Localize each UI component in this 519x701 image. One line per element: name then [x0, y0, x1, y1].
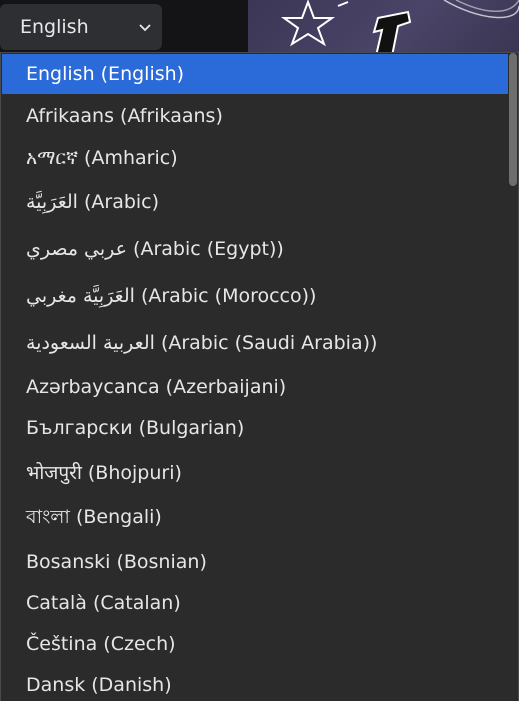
- chevron-down-icon: [139, 24, 151, 32]
- language-option[interactable]: भोजपुरी (Bhojpuri): [2, 450, 509, 494]
- language-dropdown-list[interactable]: English (English) Afrikaans (Afrikaans) …: [0, 52, 519, 701]
- language-option[interactable]: አማርኛ (Amharic): [2, 137, 509, 179]
- language-option[interactable]: العَرَبِيَّة (Arabic): [2, 180, 509, 224]
- star-doodle-icon: [280, 0, 519, 56]
- dropdown-scrollbar[interactable]: [508, 53, 518, 701]
- language-option[interactable]: Afrikaans (Afrikaans): [2, 96, 509, 136]
- language-option[interactable]: Azərbaycanca (Azerbaijani): [2, 367, 509, 407]
- language-option[interactable]: Català (Catalan): [2, 583, 509, 623]
- language-option[interactable]: বাংলা (Bengali): [2, 497, 509, 541]
- language-option[interactable]: Български (Bulgarian): [2, 408, 509, 448]
- language-option[interactable]: عربي مصري (Arabic (Egypt)): [2, 227, 509, 271]
- language-option[interactable]: English (English): [2, 54, 509, 94]
- language-select[interactable]: English: [0, 4, 162, 50]
- language-option[interactable]: Dansk (Danish): [2, 665, 509, 701]
- language-option[interactable]: Čeština (Czech): [2, 624, 509, 664]
- banner-art: [248, 0, 519, 56]
- language-option[interactable]: العربية السعودية (Arabic (Saudi Arabia)): [2, 321, 509, 365]
- language-option[interactable]: العَرَبِيَّة مغربي (Arabic (Morocco)): [2, 274, 509, 318]
- language-option[interactable]: Bosanski (Bosnian): [2, 542, 509, 582]
- language-select-value: English: [20, 16, 89, 38]
- scrollbar-thumb[interactable]: [509, 53, 517, 186]
